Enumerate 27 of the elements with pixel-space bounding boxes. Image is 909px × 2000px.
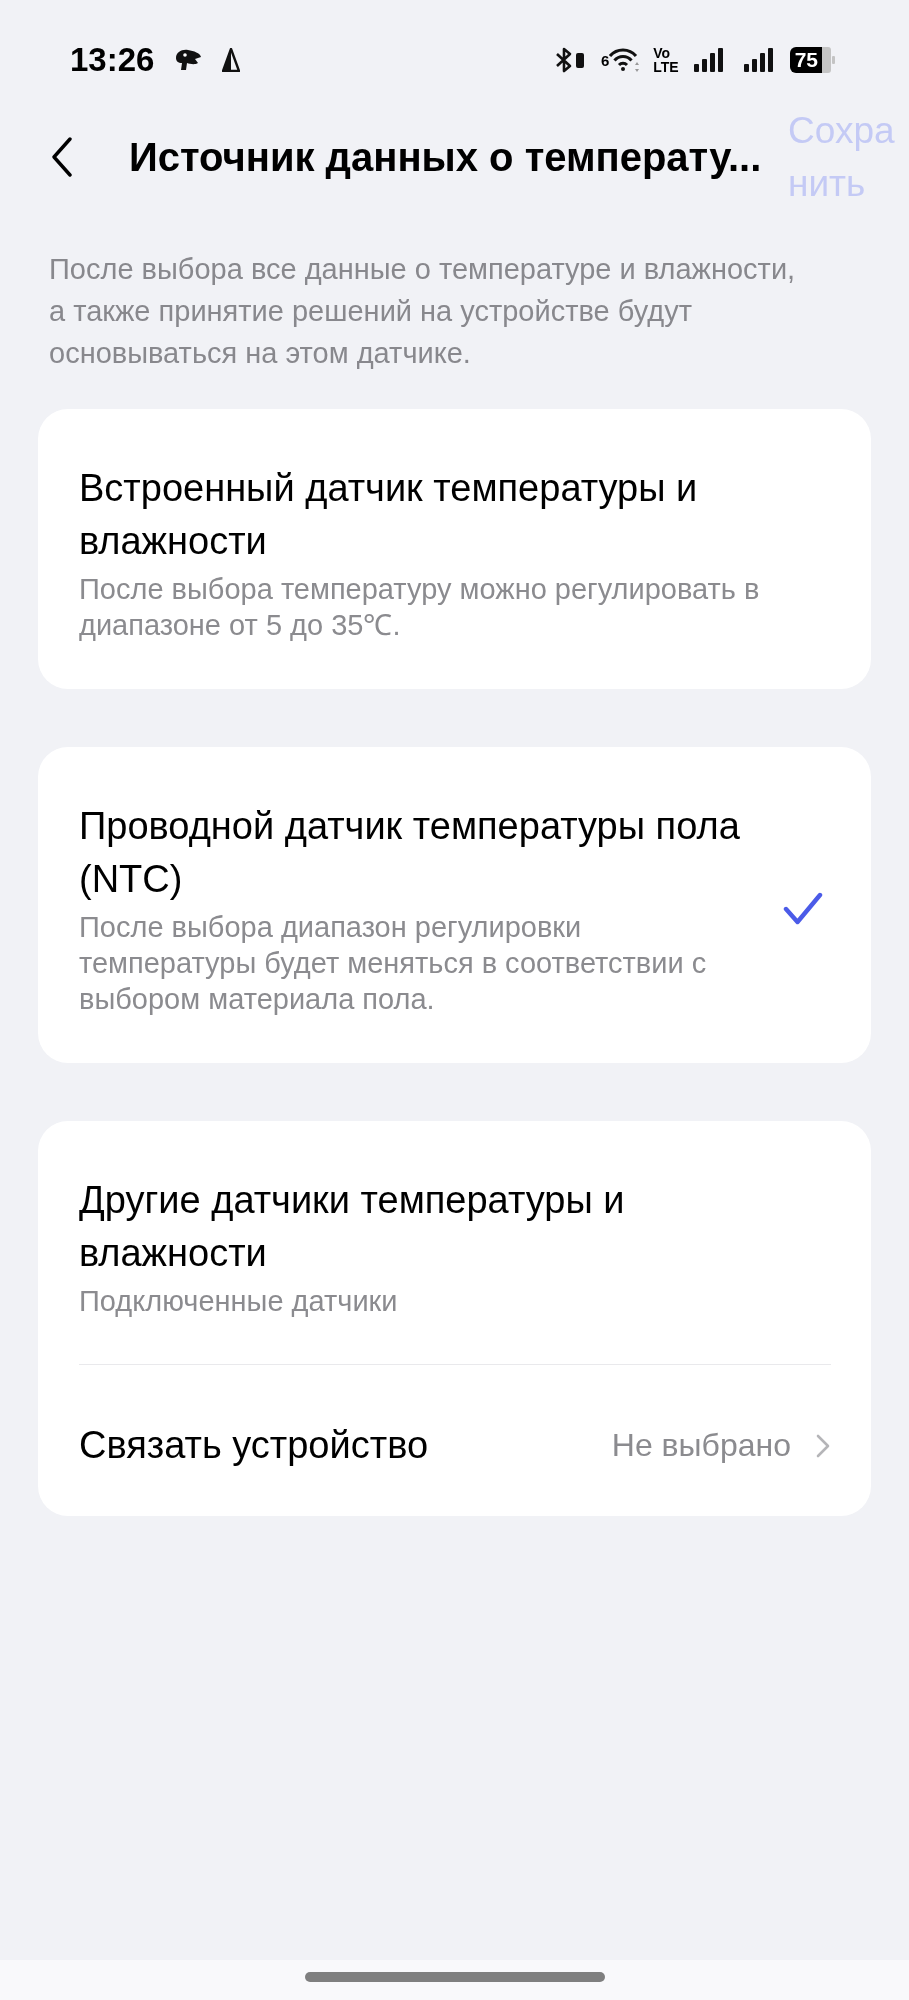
description-text: После выбора все данные о температуре и влажности, а также принятие решений на устройстве будут основываться на этом датчике. — [49, 252, 797, 371]
option-description: Подключенные датчики — [79, 1284, 399, 1319]
sensor-option-card[interactable]: Встроенный датчик температуры и влажности После выбора температуру можно регулировать в диапазоне от 5 до 35℃. — [38, 409, 871, 689]
page-title: Источник данных о температу... — [129, 134, 762, 181]
option-description: После выбора диапазон регулировки температуры будет меняться в соответствии с выбором материала пола. — [79, 910, 708, 1017]
volte-label: Vo LTE — [653, 46, 679, 74]
back-button[interactable] — [51, 137, 73, 177]
option-title: Проводной датчик температуры пола (NTC) — [79, 804, 741, 902]
triangle-icon — [222, 48, 241, 72]
option-description: После выбора температуру можно регулировать в диапазоне от 5 до 35℃. — [79, 572, 761, 643]
option-title: Другие датчики температуры и влажности — [79, 1178, 626, 1276]
status-time: 13:26 — [70, 40, 155, 80]
signal-icon — [742, 47, 774, 73]
link-device-row[interactable]: Связать устройство Не выбрано — [79, 1365, 831, 1492]
sensor-option-card[interactable]: Проводной датчик температуры пола (NTC) После выбора диапазон регулировки температуры будет меняться в соответствии с выбором материала пола. — [38, 747, 871, 1063]
back-chevron-icon — [51, 137, 73, 177]
battery-percentage: 75 — [789, 47, 822, 73]
wifi-icon — [609, 47, 642, 73]
sensor-option-card[interactable]: Другие датчики температуры и влажности Подключенные датчики Связать устройство Не выбрано — [38, 1121, 871, 1516]
wifi-generation-label: 6 — [600, 53, 610, 68]
option-title: Встроенный датчик температуры и влажности — [79, 466, 699, 564]
battery-tip-icon — [822, 47, 835, 73]
chevron-right-icon — [816, 1433, 831, 1458]
checkmark-icon — [783, 890, 823, 927]
bird-icon — [173, 48, 204, 72]
signal-icon — [692, 47, 724, 73]
selection-value: Не выбрано — [611, 1426, 791, 1465]
